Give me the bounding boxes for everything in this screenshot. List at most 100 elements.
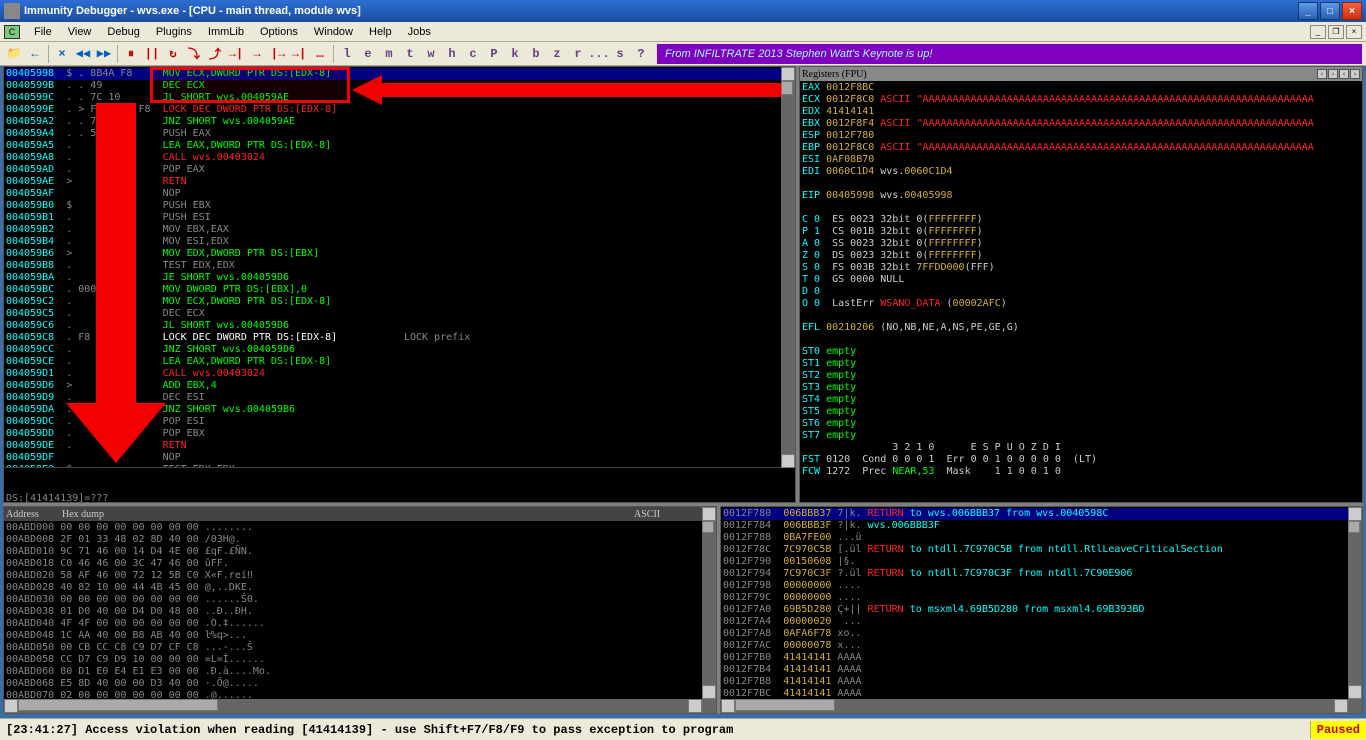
dump-row[interactable]: 00ABD028 40 82 10 00 44 4B 45 00 @‚..DKE… (6, 582, 714, 594)
register-line[interactable] (802, 178, 1360, 190)
disasm-row[interactable]: 004059A8 . CALL wvs.00403024 (6, 152, 793, 164)
dump-row[interactable]: 00ABD060 80 D1 E0 E4 E1 E3 00 00 .Ð.à...… (6, 666, 714, 678)
menu-jobs[interactable]: Jobs (400, 24, 439, 40)
disasm-row[interactable]: 0040599C . . 7C 10 JL SHORT wvs.004059AE (6, 92, 793, 104)
disasm-row[interactable]: 004059A4 . . 50 PUSH EAX (6, 128, 793, 140)
disassembly-panel[interactable]: 00405998 $ . 8B4A F8 MOV ECX,DWORD PTR D… (3, 66, 796, 503)
stack-row[interactable]: 0012F78C 7C970C5B [.ül RETURN to ntdll.7… (723, 544, 1360, 556)
disasm-row[interactable]: 004059BA . JE SHORT wvs.004059D6 (6, 272, 793, 284)
stack-row[interactable]: 0012F798 00000000 .... (723, 580, 1360, 592)
stack-row[interactable]: 0012F7B0 41414141 AAAA (723, 652, 1360, 664)
toolbar-btn-29[interactable]: ? (631, 44, 651, 64)
register-line[interactable]: EDI 0060C1D4 wvs.0060C1D4 (802, 166, 1360, 178)
toolbar-btn-25[interactable]: z (547, 44, 567, 64)
news-banner[interactable]: From INFILTRATE 2013 Stephen Watt's Keyn… (657, 44, 1362, 64)
toolbar-btn-28[interactable]: s (610, 44, 630, 64)
disasm-row[interactable]: 004059C8 . F8 LOCK DEC DWORD PTR DS:[EDX… (6, 332, 793, 344)
toolbar-btn-13[interactable]: →| (289, 44, 309, 64)
register-line[interactable]: EBX 0012F8F4 ASCII "AAAAAAAAAAAAAAAAAAAA… (802, 118, 1360, 130)
disasm-row[interactable]: 004059DE . RETN (6, 440, 793, 452)
register-line[interactable]: C 0 ES 0023 32bit 0(FFFFFFFF) (802, 214, 1360, 226)
toolbar-btn-17[interactable]: m (379, 44, 399, 64)
stack-scrollbar-v[interactable]: ▴▾ (1348, 507, 1362, 713)
toolbar-btn-19[interactable]: w (421, 44, 441, 64)
register-line[interactable] (802, 202, 1360, 214)
register-line[interactable]: FCW 1272 Prec NEAR,53 Mask 1 1 0 0 1 0 (802, 466, 1360, 478)
mdi-minimize[interactable]: _ (1310, 25, 1326, 39)
disasm-row[interactable]: 004059D1 . CALL wvs.00403024 (6, 368, 793, 380)
toolbar-btn-2[interactable]: × (52, 44, 72, 64)
disasm-row[interactable]: 004059D9 . DEC ESI (6, 392, 793, 404)
disasm-scrollbar-v[interactable]: ▴▾ (781, 67, 795, 468)
reg-next-btn[interactable]: › (1328, 69, 1338, 79)
toolbar-btn-4[interactable]: ▶▶ (94, 44, 114, 64)
stack-row[interactable]: 0012F784 006BBB3F ?|k. wvs.006BBB3F (723, 520, 1360, 532)
register-line[interactable]: A 0 SS 0023 32bit 0(FFFFFFFF) (802, 238, 1360, 250)
minimize-button[interactable]: _ (1298, 2, 1318, 20)
register-line[interactable]: T 0 GS 0000 NULL (802, 274, 1360, 286)
disasm-row[interactable]: 004059BC . 00000 MOV DWORD PTR DS:[EBX],… (6, 284, 793, 296)
disasm-row[interactable]: 004059B1 . PUSH ESI (6, 212, 793, 224)
stack-row[interactable]: 0012F7B4 41414141 AAAA (723, 664, 1360, 676)
dump-scrollbar-v[interactable]: ▴▾ (702, 507, 716, 713)
register-line[interactable]: 3 2 1 0 E S P U O Z D I (802, 442, 1360, 454)
disasm-row[interactable]: 004059B8 . TEST EDX,EDX (6, 260, 793, 272)
c-icon[interactable]: C (4, 25, 20, 39)
disasm-row[interactable]: 004059C2 . MOV ECX,DWORD PTR DS:[EDX-8] (6, 296, 793, 308)
dump-scrollbar-h[interactable]: ◂▸ (4, 699, 702, 713)
toolbar-btn-24[interactable]: b (526, 44, 546, 64)
toolbar-btn-15[interactable]: l (337, 44, 357, 64)
register-line[interactable]: ESP 0012F780 (802, 130, 1360, 142)
menu-options[interactable]: Options (252, 24, 306, 40)
register-line[interactable]: ST6 empty (802, 418, 1360, 430)
disasm-row[interactable]: 004059C6 . JL SHORT wvs.004059D6 (6, 320, 793, 332)
reg-max-btn[interactable]: › (1350, 69, 1360, 79)
toolbar-btn-10[interactable]: →| (226, 44, 246, 64)
stack-row[interactable]: 0012F780 006BBB37 7|k. RETURN to wvs.006… (723, 508, 1360, 520)
disasm-row[interactable]: 0040599B . . 49 DEC ECX (6, 80, 793, 92)
dump-row[interactable]: 00ABD058 CC D7 C9 D9 10 00 00 00 =L=Ì...… (6, 654, 714, 666)
stack-panel[interactable]: 0012F780 006BBB37 7|k. RETURN to wvs.006… (720, 506, 1363, 714)
disasm-row[interactable]: 004059B4 . MOV ESI,EDX (6, 236, 793, 248)
stack-row[interactable]: 0012F7A4 00000020 ... (723, 616, 1360, 628)
disasm-row[interactable]: 004059DF NOP (6, 452, 793, 464)
disasm-row[interactable]: 004059B0 $ PUSH EBX (6, 200, 793, 212)
register-line[interactable]: ST2 empty (802, 370, 1360, 382)
dump-row[interactable]: 00ABD000 00 00 00 00 00 00 00 00 .......… (6, 522, 714, 534)
stack-row[interactable]: 0012F7A0 69B5D280 Ç+|| RETURN to msxml4.… (723, 604, 1360, 616)
toolbar-btn-11[interactable]: → (247, 44, 267, 64)
stack-row[interactable]: 0012F788 0BA7FE00 ...ü (723, 532, 1360, 544)
register-line[interactable]: O 0 LastErr WSANO_DATA (00002AFC) (802, 298, 1360, 310)
dump-row[interactable]: 00ABD020 58 AF 46 00 72 12 5B C0 X«F.reí… (6, 570, 714, 582)
reg-min-btn[interactable]: ‹ (1339, 69, 1349, 79)
menu-view[interactable]: View (60, 24, 100, 40)
reg-prev-btn[interactable]: ‹ (1317, 69, 1327, 79)
disasm-row[interactable]: 004059D6 > ADD EBX,4 (6, 380, 793, 392)
toolbar-btn-26[interactable]: r (568, 44, 588, 64)
disasm-row[interactable]: 004059AF NOP (6, 188, 793, 200)
register-line[interactable]: ST7 empty (802, 430, 1360, 442)
toolbar-btn-6[interactable]: || (142, 44, 162, 64)
register-line[interactable]: ESI 0AF08B70 (802, 154, 1360, 166)
menu-plugins[interactable]: Plugins (148, 24, 200, 40)
close-button[interactable]: × (1342, 2, 1362, 20)
toolbar-btn-21[interactable]: c (463, 44, 483, 64)
disasm-row[interactable]: 004059B2 . MOV EBX,EAX (6, 224, 793, 236)
dump-row[interactable]: 00ABD018 C0 46 46 00 3C 47 46 00 ûFF. (6, 558, 714, 570)
register-line[interactable]: ST0 empty (802, 346, 1360, 358)
toolbar-btn-23[interactable]: k (505, 44, 525, 64)
stack-row[interactable]: 0012F79C 00000000 .... (723, 592, 1360, 604)
dump-row[interactable]: 00ABD050 00 CB CC C8 C9 D7 CF C8 ...-...… (6, 642, 714, 654)
stack-row[interactable]: 0012F794 7C970C3F ?.ül RETURN to ntdll.7… (723, 568, 1360, 580)
register-line[interactable]: ST3 empty (802, 382, 1360, 394)
menu-file[interactable]: File (26, 24, 60, 40)
toolbar-btn-16[interactable]: e (358, 44, 378, 64)
disasm-row[interactable]: 004059C5 . DEC ECX (6, 308, 793, 320)
disasm-row[interactable]: 004059AD . POP EAX (6, 164, 793, 176)
dump-row[interactable]: 00ABD040 4F 4F 00 00 00 00 00 00 .O.‡...… (6, 618, 714, 630)
toolbar-btn-3[interactable]: ◀◀ (73, 44, 93, 64)
dump-row[interactable]: 00ABD048 1C AA 40 00 B8 AB 40 00 ŀ%q>... (6, 630, 714, 642)
register-line[interactable]: Z 0 DS 0023 32bit 0(FFFFFFFF) (802, 250, 1360, 262)
register-line[interactable] (802, 334, 1360, 346)
dump-row[interactable]: 00ABD008 2F 01 33 48 02 8D 40 00 /03H@. (6, 534, 714, 546)
